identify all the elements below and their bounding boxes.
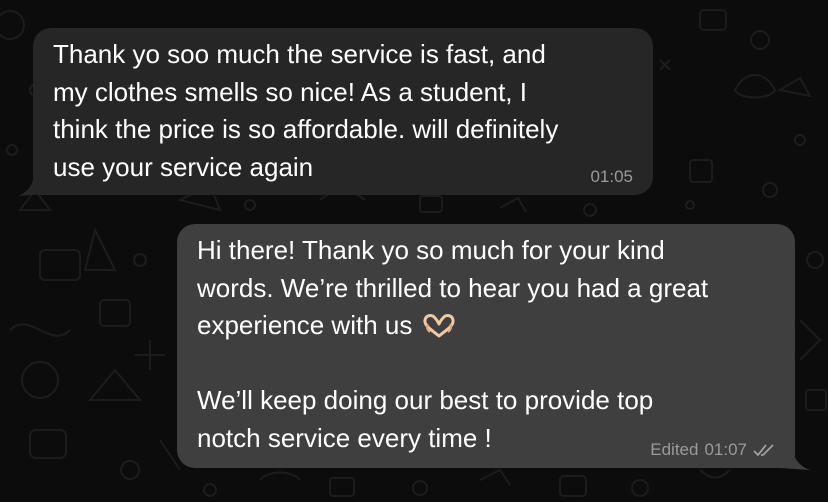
outgoing-message-text-part2: We’ll keep doing our best to provide top… — [197, 385, 654, 453]
outgoing-message-time: 01:07 — [704, 440, 747, 459]
outgoing-message-bubble[interactable]: Hi there! Thank yo so much for your kind… — [177, 224, 795, 468]
incoming-message-bubble[interactable]: Thank yo soo much the service is fast, a… — [33, 28, 653, 195]
edited-label: Edited — [650, 440, 699, 459]
outgoing-message-meta: Edited 01:07 — [650, 440, 775, 460]
incoming-message-time: 01:05 — [590, 167, 633, 186]
incoming-message-text: Thank yo soo much the service is fast, a… — [53, 39, 559, 182]
incoming-message-meta: 01:05 — [590, 167, 633, 187]
double-check-read-icon — [753, 444, 774, 457]
heart-hands-emoji — [423, 314, 455, 338]
outgoing-message-text: Hi there! Thank yo so much for your kind… — [197, 232, 775, 457]
